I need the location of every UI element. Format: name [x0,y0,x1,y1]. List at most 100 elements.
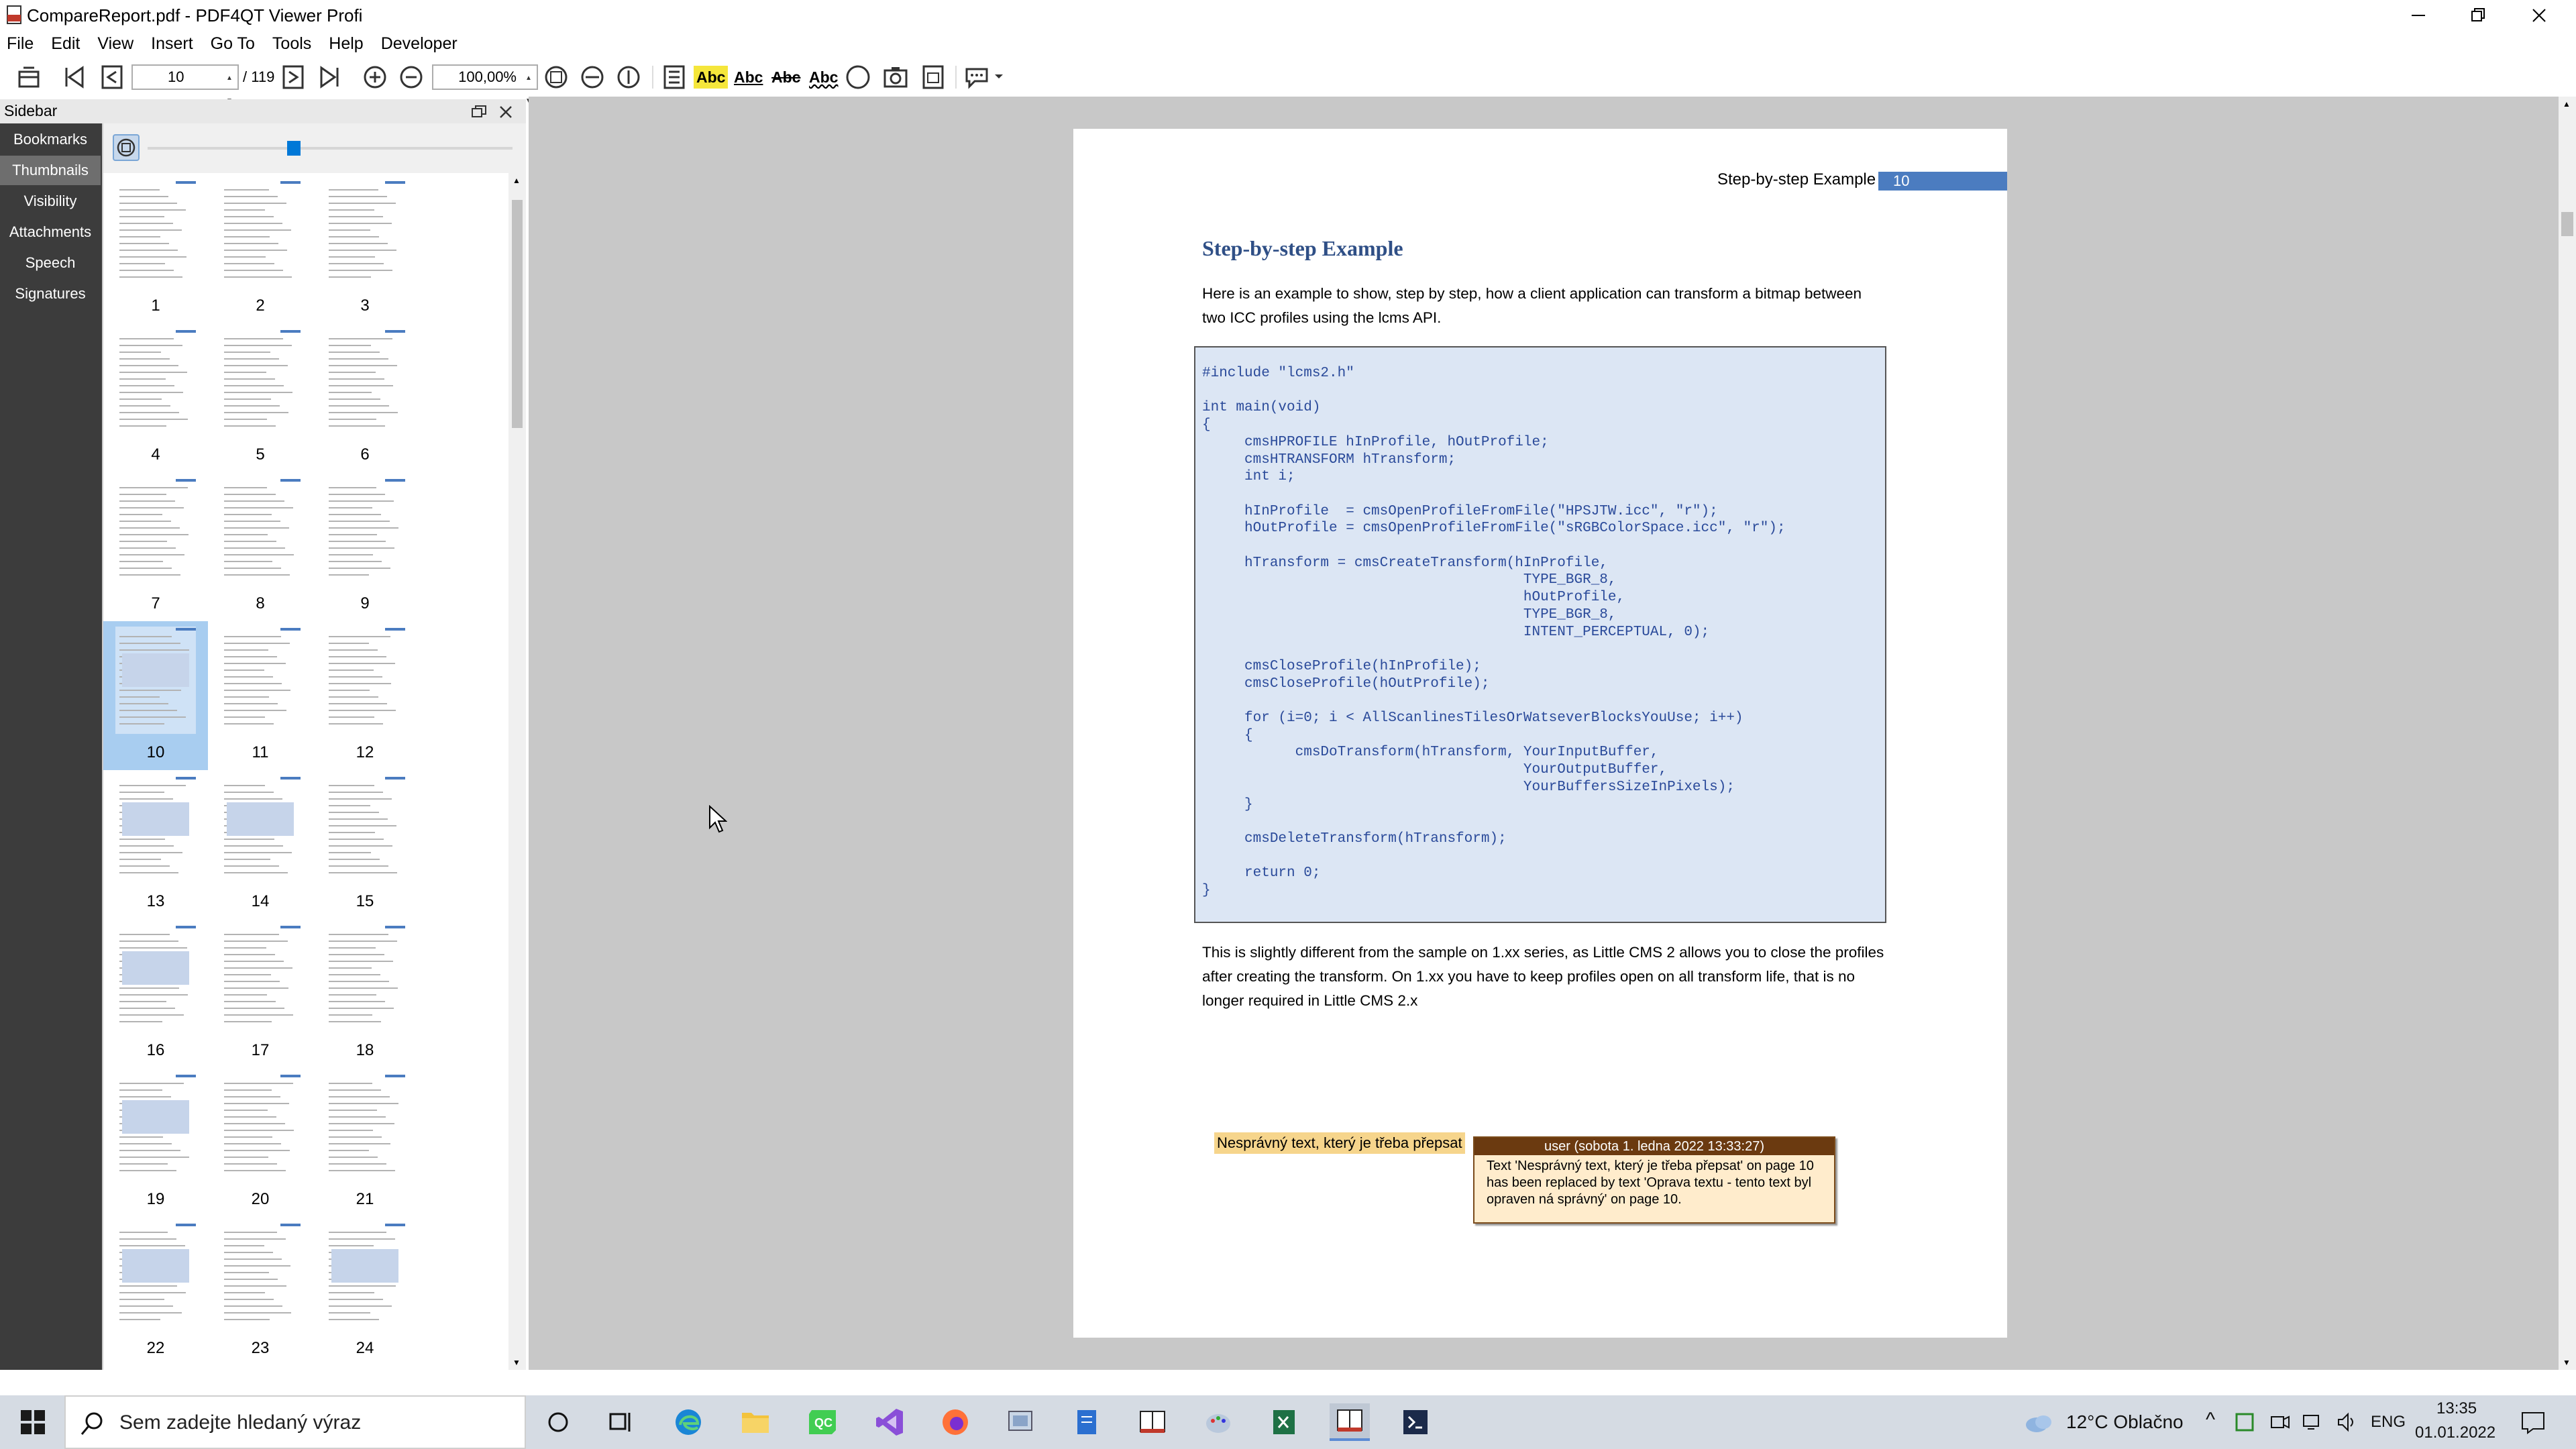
taskbar-visual-studio[interactable] [869,1403,910,1441]
thumbnail-size-slider-handle[interactable] [287,141,301,156]
scroll-up-icon[interactable]: ▲ [2563,99,2571,109]
menu-view[interactable]: View [97,34,133,54]
show-hidden-icons[interactable]: ^ [2206,1409,2215,1432]
tab-bookmarks[interactable]: Bookmarks [0,125,101,154]
open-document-button[interactable] [13,62,44,93]
scroll-down-icon[interactable]: ▼ [513,1358,521,1367]
taskbar-terminal-app[interactable] [1395,1403,1436,1441]
thumbnail-page[interactable]: 6 [313,323,417,472]
language-indicator[interactable]: ENG [2371,1413,2406,1432]
thumbnail-page[interactable]: 19 [103,1068,208,1217]
document-scrollbar[interactable]: ▲ ▼ [2559,97,2576,1370]
comment-dropdown-button[interactable] [962,62,1009,93]
pdf-page[interactable]: Step-by-step Example 10 Step-by-step Exa… [1073,129,2007,1338]
thumbnail-page[interactable]: 17 [208,919,313,1068]
taskbar-document-app[interactable] [1067,1403,1107,1441]
last-page-button[interactable] [314,62,345,93]
taskbar-spreadsheet-app[interactable] [1264,1403,1304,1441]
thumbnail-size-slider[interactable] [148,147,513,150]
first-page-button[interactable] [59,62,90,93]
tab-thumbnails[interactable]: Thumbnails [0,156,101,185]
thumbnail-page[interactable]: 1 [103,174,208,323]
tab-speech[interactable]: Speech [0,248,101,278]
select-text-button[interactable] [659,62,690,93]
menu-help[interactable]: Help [329,34,363,54]
taskbar-paint-app[interactable] [1198,1403,1238,1441]
taskbar-pdf4qt-viewer[interactable] [1330,1403,1370,1441]
taskbar-firefox[interactable] [935,1403,975,1441]
thumbnail-scrollbar[interactable]: ▲ ▼ [508,173,526,1370]
document-scroll-thumb[interactable] [2561,212,2573,236]
close-sidebar-icon[interactable] [496,103,515,121]
close-window-button[interactable] [2502,0,2576,31]
thumbnail-page[interactable]: 14 [208,770,313,919]
thumbnail-page[interactable]: 20 [208,1068,313,1217]
thumbnail-zoom-button[interactable] [113,134,140,161]
weather-label[interactable]: 12°C Oblačno [2066,1411,2184,1433]
thumbnail-page[interactable]: 12 [313,621,417,770]
zoom-in-button[interactable] [360,62,390,93]
thumbnail-page[interactable]: 22 [103,1217,208,1366]
scroll-down-icon[interactable]: ▼ [2563,1358,2571,1367]
squiggly-text-button[interactable]: Abc [806,66,841,89]
thumbnail-page[interactable]: 5 [208,323,313,472]
thumbnail-page[interactable]: 15 [313,770,417,919]
menu-tools[interactable]: Tools [272,34,311,54]
meet-now-icon[interactable] [2269,1411,2290,1433]
thumbnail-page[interactable]: 2 [208,174,313,323]
menu-edit[interactable]: Edit [51,34,80,54]
taskbar-reader-app[interactable] [1132,1403,1173,1441]
thumbnail-page[interactable]: 11 [208,621,313,770]
zoom-input[interactable]: 100,00% ▲▼ [432,64,538,105]
thumbnail-page[interactable]: 9 [313,472,417,621]
thumbnail-page[interactable]: 7 [103,472,208,621]
thumbnail-page[interactable]: 10 [103,621,208,770]
taskbar-edge[interactable] [668,1403,708,1441]
extract-image-button[interactable] [918,62,949,93]
float-panel-icon[interactable] [470,103,488,121]
thumbnail-page[interactable]: 18 [313,919,417,1068]
menu-developer[interactable]: Developer [381,34,458,54]
taskbar-window-manager[interactable] [1001,1403,1041,1441]
highlighted-text-annotation[interactable]: Nesprávný text, který je třeba přepsat [1214,1132,1465,1154]
volume-icon[interactable] [2336,1411,2359,1433]
thumbnail-page[interactable]: 24 [313,1217,417,1366]
page-number-input[interactable]: 10 ▲▼ [131,64,239,105]
menu-file[interactable]: File [7,34,34,54]
taskbar-search-box[interactable]: Sem zadejte hledaný výraz [64,1395,526,1449]
magnifier-button[interactable] [843,62,873,93]
menu-go-to[interactable]: Go To [211,34,255,54]
tab-visibility[interactable]: Visibility [0,186,101,216]
zoom-out-button[interactable] [396,62,427,93]
thumbnail-page[interactable]: 21 [313,1068,417,1217]
notifications-icon[interactable] [2520,1410,2546,1436]
tray-app-icon[interactable] [2234,1411,2255,1433]
thumbnail-page[interactable]: 13 [103,770,208,919]
menu-insert[interactable]: Insert [151,34,193,54]
task-view-button[interactable] [601,1403,641,1441]
previous-page-button[interactable] [97,62,127,93]
underline-text-button[interactable]: Abc [731,66,765,89]
taskbar-qt-creator[interactable]: QC [802,1403,843,1441]
zoom-spin-arrows[interactable]: ▲▼ [522,67,535,105]
annotation-popup[interactable]: user (sobota 1. ledna 2022 13:33:27) Tex… [1473,1136,1835,1224]
thumbnail-page[interactable]: 23 [208,1217,313,1366]
thumbnail-page[interactable]: 16 [103,919,208,1068]
scroll-up-icon[interactable]: ▲ [513,176,521,185]
start-button[interactable] [9,1401,56,1444]
cortana-button[interactable] [538,1403,578,1441]
fit-height-button[interactable] [613,62,644,93]
tab-signatures[interactable]: Signatures [0,279,101,309]
fit-width-button[interactable] [577,62,608,93]
highlight-text-button[interactable]: Abc [694,66,729,89]
fit-page-button[interactable] [541,62,572,93]
clock-date[interactable]: 01.01.2022 [2415,1424,2496,1442]
next-page-button[interactable] [278,62,309,93]
strikeout-text-button[interactable]: Abc [769,66,803,89]
clock-time[interactable]: 13:35 [2436,1399,2477,1418]
thumbnail-page[interactable]: 4 [103,323,208,472]
page-spin-arrows[interactable]: ▲▼ [223,67,236,105]
screenshot-button[interactable] [880,62,911,93]
thumbnail-page[interactable]: 8 [208,472,313,621]
thumbnail-scroll-thumb[interactable] [512,200,523,428]
